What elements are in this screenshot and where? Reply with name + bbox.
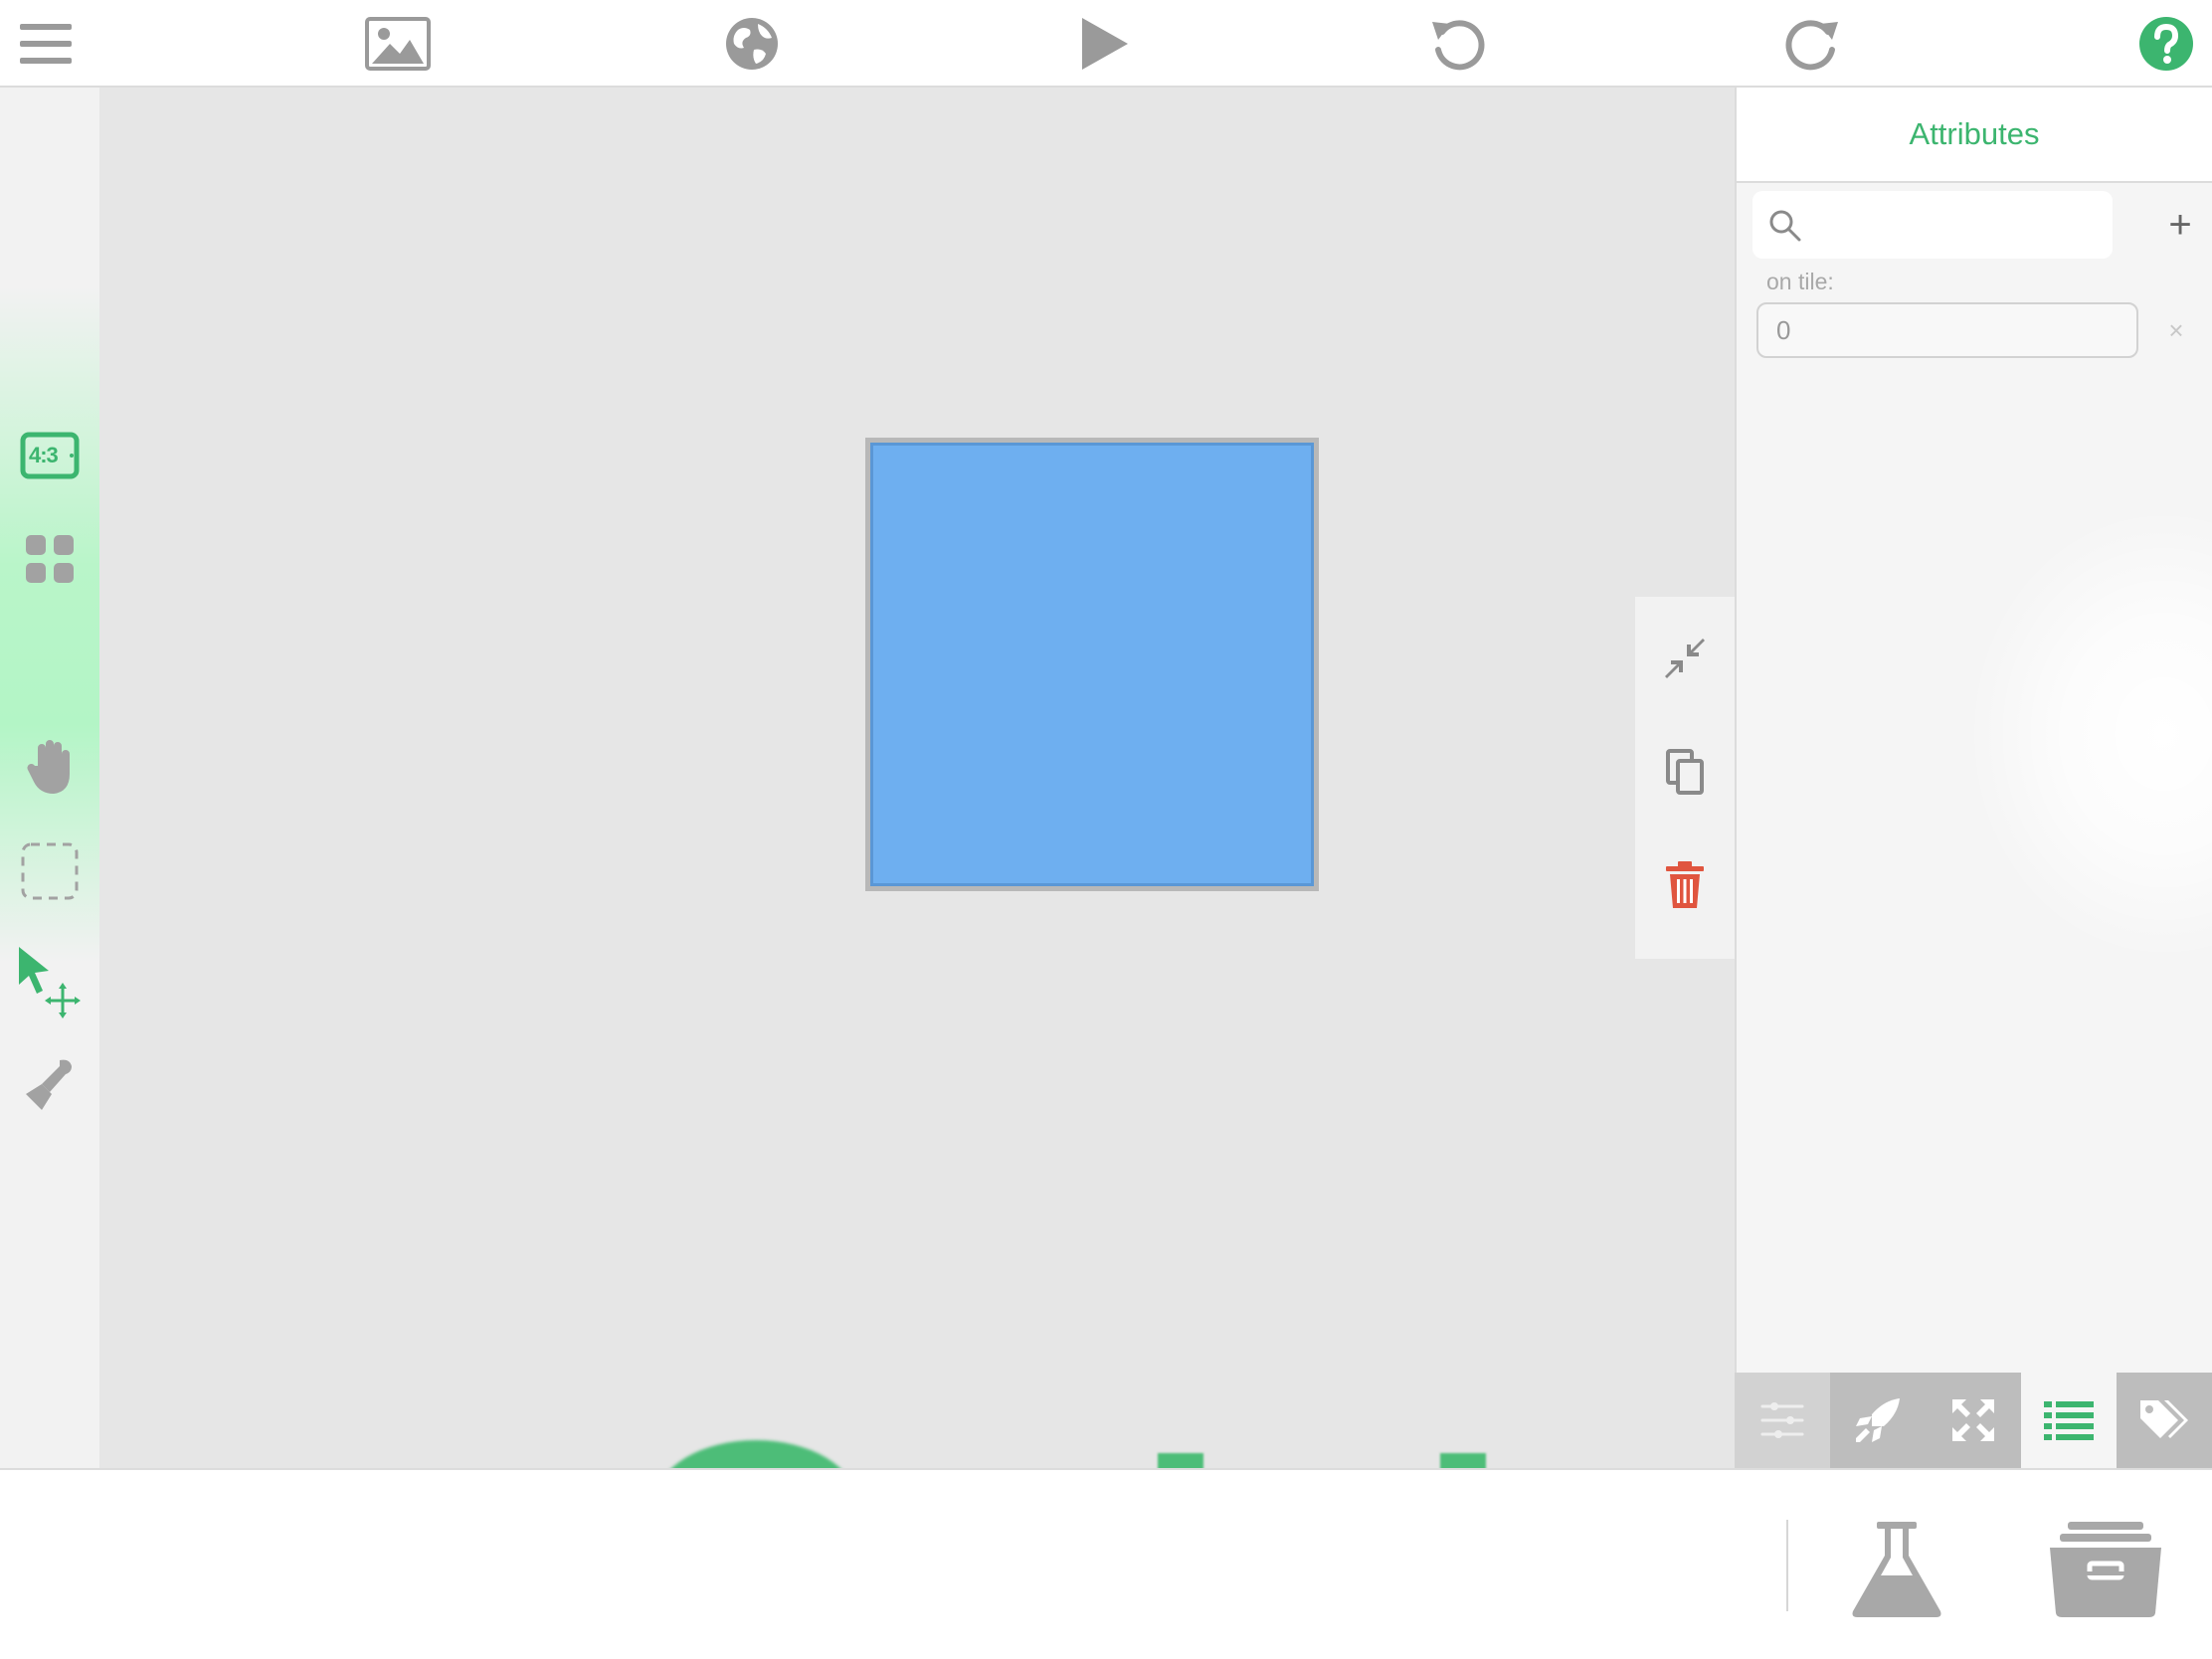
- select-move-icon: [19, 947, 81, 1018]
- marquee-tool-button[interactable]: [12, 833, 88, 909]
- grid-button[interactable]: [12, 521, 88, 597]
- marquee-select-icon: [21, 842, 79, 900]
- tab-properties[interactable]: [1735, 1373, 1830, 1468]
- tool-strip: 4:3: [0, 88, 99, 1468]
- flask-icon: [1852, 1522, 1941, 1617]
- stamp-icon: [26, 1059, 72, 1110]
- attribute-label: on tile:: [1766, 269, 1834, 294]
- play-icon: [1082, 18, 1128, 70]
- archive-icon: [2050, 1522, 2161, 1617]
- menu-icon: [20, 24, 72, 64]
- attribute-value-field[interactable]: [1756, 302, 2138, 358]
- attributes-panel: Attributes + on tile: ×: [1735, 88, 2212, 1381]
- tab-behaviors[interactable]: [1830, 1373, 1926, 1468]
- object-actions: [1635, 597, 1735, 959]
- green-block-object[interactable]: [1158, 1453, 1203, 1468]
- search-icon: [1769, 210, 1801, 242]
- duplicate-icon: [1666, 749, 1704, 795]
- tab-attributes[interactable]: Attributes: [1737, 88, 2212, 183]
- aspect-ratio-label: 4:3: [29, 443, 59, 467]
- scene-canvas[interactable]: [99, 88, 1735, 1468]
- pan-tool-button[interactable]: [12, 728, 88, 804]
- trash-icon: [1666, 861, 1704, 908]
- redo-button[interactable]: [1776, 8, 1848, 80]
- stamp-tool-button[interactable]: [12, 1046, 88, 1122]
- lab-button[interactable]: [1832, 1510, 1961, 1629]
- shrink-icon: [1665, 639, 1705, 678]
- sliders-icon: [1760, 1402, 1804, 1438]
- expand-icon: [1952, 1399, 1994, 1441]
- green-block-object[interactable]: [1440, 1453, 1486, 1468]
- panel-background-glow: [1965, 505, 2212, 963]
- tab-tags[interactable]: [2117, 1373, 2212, 1468]
- attribute-search-input[interactable]: [1814, 201, 2097, 251]
- image-icon: [365, 17, 431, 71]
- redo-icon: [1785, 20, 1838, 71]
- select-move-tool-button[interactable]: [12, 943, 88, 1018]
- world-button[interactable]: [716, 8, 788, 80]
- globe-icon: [726, 18, 778, 70]
- rocket-icon: [1856, 1398, 1900, 1442]
- selected-blue-square[interactable]: [865, 438, 1319, 891]
- remove-attribute-button[interactable]: ×: [2154, 308, 2198, 352]
- archive-button[interactable]: [2041, 1510, 2170, 1629]
- play-button[interactable]: [1068, 8, 1140, 80]
- hand-icon: [27, 740, 70, 794]
- aspect-ratio-button[interactable]: 4:3: [12, 418, 88, 493]
- top-toolbar: [0, 0, 2212, 88]
- grid-icon: [26, 535, 74, 583]
- help-icon: [2139, 17, 2193, 71]
- tag-icon: [2140, 1400, 2188, 1438]
- tray-divider: [1786, 1520, 1788, 1611]
- undo-button[interactable]: [1422, 8, 1494, 80]
- panel-tabs: [1735, 1373, 2212, 1468]
- duplicate-button[interactable]: [1649, 736, 1721, 808]
- background-image-button[interactable]: [362, 8, 434, 80]
- attribute-search[interactable]: [1752, 191, 2113, 259]
- list-icon: [2044, 1401, 2094, 1440]
- menu-button[interactable]: [10, 8, 82, 80]
- bottom-tray: [0, 1468, 2212, 1659]
- undo-icon: [1432, 20, 1485, 71]
- tab-attributes-list[interactable]: [2021, 1373, 2117, 1468]
- delete-button[interactable]: [1649, 849, 1721, 921]
- help-button[interactable]: [2130, 8, 2202, 80]
- add-attribute-button[interactable]: +: [2152, 197, 2208, 253]
- green-circle-object[interactable]: [656, 1440, 855, 1468]
- shrink-button[interactable]: [1649, 623, 1721, 694]
- tab-transform[interactable]: [1926, 1373, 2021, 1468]
